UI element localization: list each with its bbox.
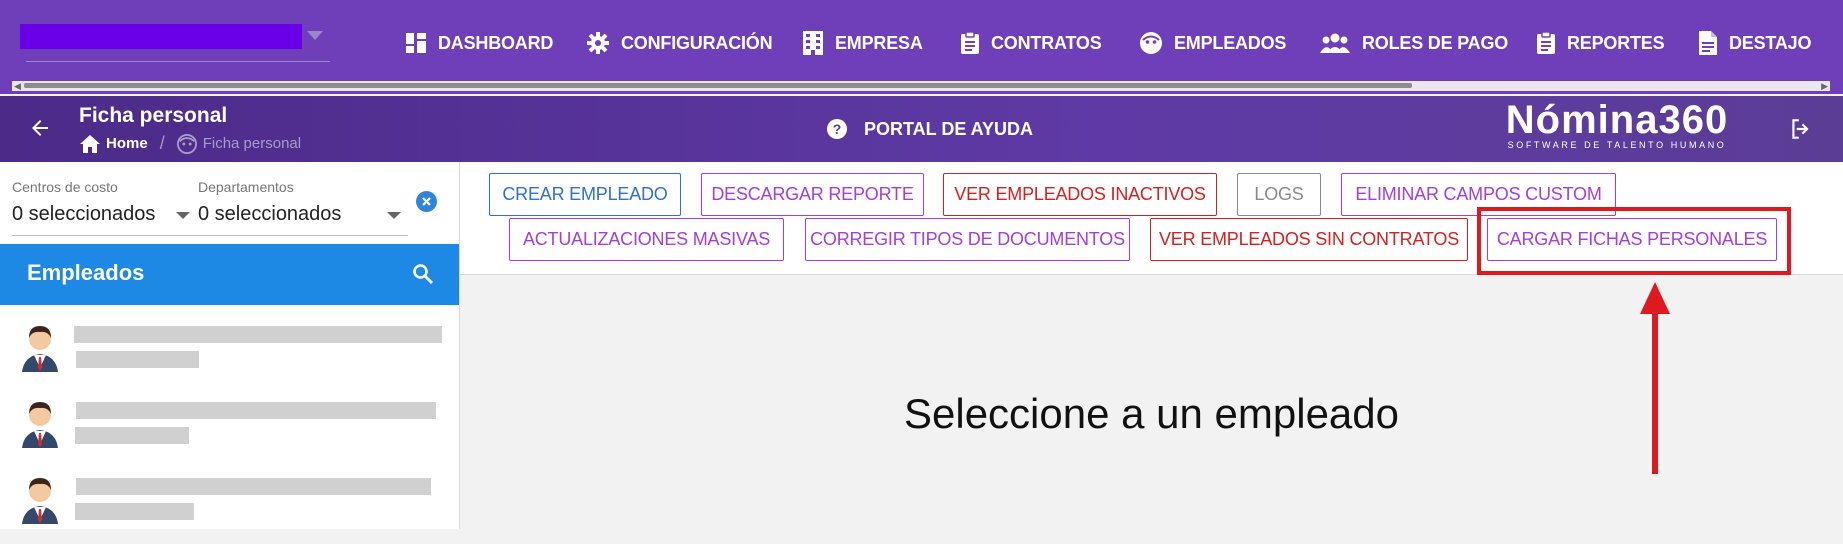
clear-filters-button[interactable] xyxy=(416,191,437,212)
page-header: Ficha personal Home / Ficha personal ? P… xyxy=(0,96,1843,162)
top-navigation-bar: DASHBOARD CONFIGURACIÓN EMPRESA CONTRATO… xyxy=(0,0,1843,94)
breadcrumb: Home / Ficha personal xyxy=(80,133,301,154)
avatar xyxy=(22,478,58,524)
cost-center-select[interactable]: 0 seleccionados xyxy=(12,203,155,226)
logo-subtitle: SOFTWARE DE TALENTO HUMANO xyxy=(1507,140,1727,150)
chevron-down-icon[interactable] xyxy=(307,31,323,40)
building-icon xyxy=(803,31,823,55)
svg-text:?: ? xyxy=(833,121,842,137)
employee-id-placeholder xyxy=(75,427,189,444)
nav-contratos-label: CONTRATOS xyxy=(991,32,1102,53)
gear-icon xyxy=(587,32,609,54)
cost-center-label: Centros de costo xyxy=(12,179,118,195)
employees-header: Empleados xyxy=(0,244,459,305)
face-icon xyxy=(176,133,197,154)
employee-name-placeholder xyxy=(74,326,442,343)
scroll-left-icon[interactable]: ◀ xyxy=(14,81,21,91)
nav-dashboard-label: DASHBOARD xyxy=(438,32,554,53)
clipboard-icon xyxy=(961,32,979,54)
nav-reportes-label: REPORTES xyxy=(1567,32,1665,53)
employees-title: Empleados xyxy=(27,260,145,285)
employee-id-placeholder xyxy=(76,351,199,368)
nav-configuracion-label: CONFIGURACIÓN xyxy=(621,32,773,53)
nav-horizontal-scrollbar[interactable]: ◀ ▶ xyxy=(12,81,1830,91)
filter-underline xyxy=(12,235,408,236)
breadcrumb-current: Ficha personal xyxy=(202,135,302,152)
nav-destajo[interactable]: DESTAJO xyxy=(1699,26,1811,60)
logs-button[interactable]: LOGS xyxy=(1237,173,1321,216)
annotation-arrow-shaft xyxy=(1652,310,1658,474)
chevron-down-icon[interactable] xyxy=(176,212,190,219)
back-arrow-icon[interactable] xyxy=(28,116,52,140)
logo-main-text: Nómina360 xyxy=(1505,98,1729,142)
face-icon xyxy=(1140,32,1162,54)
scrollbar-thumb[interactable] xyxy=(24,83,1412,88)
employee-id-placeholder xyxy=(75,503,194,520)
annotation-highlight-box xyxy=(1477,207,1791,275)
nav-empleados[interactable]: EMPLEADOS xyxy=(1140,26,1286,60)
department-label: Departamentos xyxy=(198,179,294,195)
clipboard-icon xyxy=(1537,32,1555,54)
department-select[interactable]: 0 seleccionados xyxy=(198,203,341,226)
nav-configuracion[interactable]: CONFIGURACIÓN xyxy=(587,26,773,60)
nav-destajo-label: DESTAJO xyxy=(1729,32,1812,53)
chevron-down-icon[interactable] xyxy=(387,212,401,219)
nav-contratos[interactable]: CONTRATOS xyxy=(961,26,1102,60)
nav-empresa[interactable]: EMPRESA xyxy=(803,26,923,60)
create-employee-button[interactable]: CREAR EMPLEADO xyxy=(489,173,681,216)
nav-empleados-label: EMPLEADOS xyxy=(1174,32,1287,53)
company-selector-underline xyxy=(26,61,330,62)
breadcrumb-home[interactable]: Home xyxy=(106,135,148,152)
app-logo: Nómina360 SOFTWARE DE TALENTO HUMANO xyxy=(1505,98,1729,150)
employee-name-placeholder xyxy=(76,402,436,419)
help-icon: ? xyxy=(827,119,847,139)
nav-reportes[interactable]: REPORTES xyxy=(1537,26,1665,60)
empty-state-message: Seleccione a un empleado xyxy=(903,390,1400,437)
nav-empresa-label: EMPRESA xyxy=(835,32,923,53)
avatar xyxy=(22,326,58,372)
search-icon[interactable] xyxy=(411,262,435,286)
scroll-right-icon[interactable]: ▶ xyxy=(1821,81,1828,91)
employee-sidebar: Centros de costo 0 seleccionados Departa… xyxy=(0,162,460,529)
document-icon xyxy=(1699,31,1717,55)
view-inactive-employees-button[interactable]: VER EMPLEADOS INACTIVOS xyxy=(943,173,1217,216)
help-portal-link[interactable]: ? PORTAL DE AYUDA xyxy=(826,118,1033,140)
employee-name-placeholder xyxy=(76,478,431,495)
home-icon[interactable] xyxy=(80,134,100,153)
list-item[interactable] xyxy=(0,392,459,468)
company-selector[interactable] xyxy=(20,24,302,49)
close-icon xyxy=(422,197,431,206)
avatar xyxy=(22,402,58,448)
dashboard-icon xyxy=(406,33,426,53)
fix-document-types-button[interactable]: CORREGIR TIPOS DE DOCUMENTOS xyxy=(805,218,1130,261)
logout-icon[interactable] xyxy=(1788,116,1814,142)
nav-dashboard[interactable]: DASHBOARD xyxy=(406,26,553,60)
nav-roles-de-pago[interactable]: ROLES DE PAGO xyxy=(1320,26,1508,60)
nav-roles-de-pago-label: ROLES DE PAGO xyxy=(1362,32,1509,53)
list-item[interactable] xyxy=(0,316,459,392)
bulk-updates-button[interactable]: ACTUALIZACIONES MASIVAS xyxy=(509,218,784,261)
breadcrumb-separator: / xyxy=(159,133,165,153)
view-employees-without-contracts-button[interactable]: VER EMPLEADOS SIN CONTRATOS xyxy=(1150,218,1468,261)
group-icon xyxy=(1320,33,1350,53)
help-portal-label: PORTAL DE AYUDA xyxy=(864,118,1034,139)
list-item[interactable] xyxy=(0,468,459,544)
page-title: Ficha personal xyxy=(79,104,228,127)
download-report-button[interactable]: DESCARGAR REPORTE xyxy=(701,173,924,216)
